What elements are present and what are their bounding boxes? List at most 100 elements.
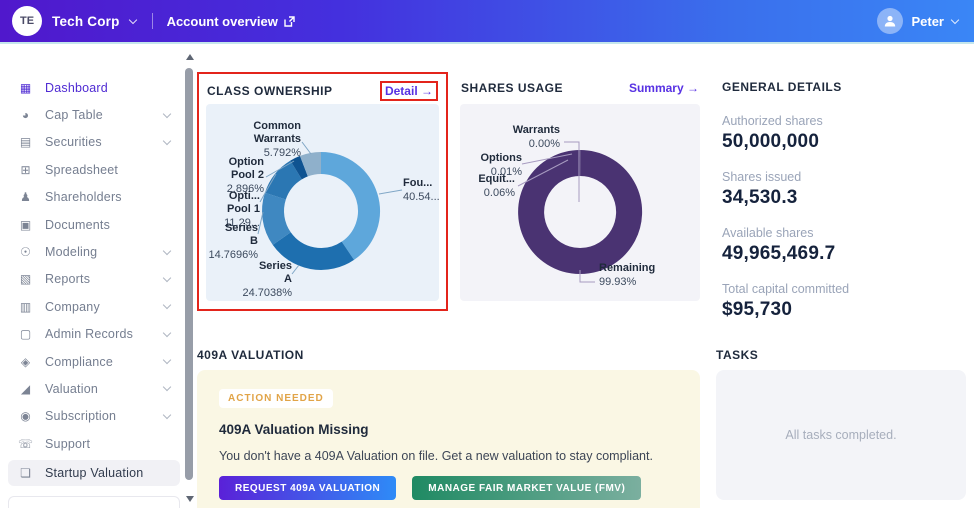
callout-name: Equit...	[478, 173, 515, 185]
sidebar-item-documents[interactable]: ▣ Documents	[0, 211, 184, 238]
callout-name: Remaining	[599, 262, 656, 274]
donut-segment-common-warrants	[299, 151, 322, 177]
support-icon: ☏	[18, 436, 34, 451]
chevron-down-icon	[162, 273, 172, 283]
arrow-right-icon: →	[421, 84, 433, 98]
shareholders-icon: ♟	[20, 190, 31, 205]
general-details-items: Authorized shares 50,000,000 Shares issued…	[722, 114, 970, 321]
org-name: Tech Corp	[52, 13, 120, 29]
chevron-down-icon	[162, 301, 172, 310]
detail-label: Authorized shares	[722, 114, 823, 128]
tasks-title: TASKS	[716, 348, 759, 362]
account-overview-label: Account overview	[166, 13, 278, 29]
sidebar-item-label: Shareholders	[45, 190, 122, 205]
sidebar-item-label: Spreadsheet	[45, 162, 119, 177]
sidebar-item-label: Startup Valuation	[45, 466, 144, 481]
sidebar-item-label: Admin Records	[45, 327, 134, 342]
sidebar-item-label: Cap Table	[45, 108, 103, 123]
chart-callout-series-b: Series B 14.7696%	[208, 222, 258, 263]
callout-name: Common Warrants	[253, 120, 301, 146]
scrollbar-thumb[interactable]	[185, 68, 193, 480]
scroll-up-arrow[interactable]	[186, 54, 194, 60]
spreadsheet-icon: ⊞	[20, 162, 31, 177]
chart-callout-equit: Equit... 0.06%	[478, 173, 515, 200]
donut-segment-series-b	[262, 192, 292, 245]
sidebar-item-label: Reports	[45, 272, 91, 287]
chevron-down-icon	[162, 136, 172, 146]
sidebar-item-admin-records[interactable]: ▢ Admin Records	[0, 321, 184, 348]
subscription-icon: ◉	[20, 409, 31, 424]
account-overview-link[interactable]: Account overview	[167, 14, 295, 29]
chevron-down-icon	[162, 410, 172, 420]
sidebar-item-spreadsheet[interactable]: ⊞ Spreadsheet	[0, 156, 184, 183]
sidebar-item-cap-table[interactable]: ◕ Cap Table	[0, 101, 184, 128]
external-link-icon	[284, 15, 295, 27]
documents-icon: ▣	[19, 217, 32, 232]
detail-label: Total capital committed	[722, 282, 850, 296]
scroll-down-arrow[interactable]	[186, 496, 194, 502]
compliance-icon: ◈	[20, 354, 31, 369]
detail-value: $95,730	[722, 299, 793, 320]
donut-segment-series-a	[272, 231, 355, 270]
org-initials: TE	[19, 15, 35, 27]
sidebar-item-dashboard[interactable]: ▦ Dashboard	[0, 74, 184, 101]
sidebar-item-startup-valuation[interactable]: ❏ Startup Valuation	[8, 460, 180, 487]
callout-value: 0.06%	[483, 187, 515, 200]
sidebar-item-shareholders[interactable]: ♟ Shareholders	[0, 184, 184, 211]
chart-callout-warrants: Warrants 0.00%	[513, 124, 560, 151]
chart-callout-fou: Fou... 40.54...	[403, 177, 440, 204]
sidebar-item-subscription[interactable]: ◉ Subscription	[0, 403, 184, 430]
person-icon	[885, 15, 896, 27]
org-avatar: TE	[12, 6, 42, 36]
summary-link[interactable]: Summary →	[629, 81, 699, 95]
sidebar-item-support[interactable]: ☏ Support	[0, 430, 184, 457]
sidebar-item-modeling[interactable]: ☉ Modeling	[0, 238, 184, 265]
user-avatar-icon	[877, 8, 904, 34]
callout-name: Warrants	[512, 124, 560, 136]
sidebar-next-item-box	[8, 496, 180, 508]
valuation-missing-body: You don't have a 409A Valuation on file.…	[219, 449, 653, 463]
callout-name: Series B	[224, 222, 258, 248]
sidebar-item-label: Documents	[45, 217, 111, 232]
sidebar-item-company[interactable]: ▥ Company	[0, 293, 184, 320]
sidebar-scrollbar[interactable]	[183, 50, 196, 504]
tasks-empty-message: All tasks completed.	[785, 428, 897, 442]
sidebar-item-valuation[interactable]: ◢ Valuation	[0, 375, 184, 402]
callout-value: 24.7038%	[242, 287, 292, 300]
callout-value: 0.00%	[528, 138, 560, 151]
sidebar-item-securities[interactable]: ▤ Securities	[0, 129, 184, 156]
chart-callout-common-warrants: Common Warrants 5.792%	[253, 120, 301, 161]
chevron-down-icon	[162, 383, 172, 392]
general-details-panel: GENERAL DETAILS Authorized shares 50,000,…	[722, 80, 970, 338]
modeling-icon: ☉	[20, 245, 31, 260]
callout-value: 40.54...	[403, 191, 440, 204]
detail-link[interactable]: Detail →	[379, 81, 438, 101]
reports-icon: ▧	[19, 272, 32, 287]
securities-icon: ▤	[19, 135, 32, 150]
class-ownership-chart: Common Warrants 5.792% Option Pool 2 2.896%…	[206, 104, 440, 301]
sidebar-item-reports[interactable]: ▧ Reports	[0, 266, 184, 293]
org-switcher[interactable]: TE Tech Corp	[12, 6, 137, 36]
class-ownership-card: CLASS OWNERSHIP Detail → Common Warrants…	[197, 72, 448, 311]
topbar-right: Peter	[877, 8, 960, 34]
class-ownership-title: CLASS OWNERSHIP	[207, 84, 333, 98]
sidebar-item-label: Dashboard	[45, 80, 108, 95]
dashboard-icon: ▦	[19, 80, 32, 95]
user-name: Peter	[911, 13, 944, 29]
detail-item-total-capital-committed: Total capital committed $95,730	[722, 282, 970, 321]
manage-fmv-button[interactable]: MANAGE FAIR MARKET VALUE (FMV)	[412, 476, 642, 500]
sidebar-item-compliance[interactable]: ◈ Compliance	[0, 348, 184, 375]
callout-name: Option Pool 2	[228, 156, 264, 182]
startup-valuation-icon: ❏	[20, 466, 31, 481]
donut-segment-remaining	[518, 150, 643, 274]
shares-usage-chart: Warrants 0.00% Options 0.01% Equit... 0.06% Re…	[460, 104, 700, 301]
cap-table-icon: ◕	[21, 108, 30, 123]
user-menu[interactable]: Peter	[877, 8, 960, 34]
detail-value: 34,530.3	[722, 187, 798, 208]
request-409a-valuation-button[interactable]: REQUEST 409A VALUATION	[219, 476, 397, 500]
valuation-409a-buttons: REQUEST 409A VALUATION MANAGE FAIR MARKE…	[219, 476, 678, 500]
shares-usage-card: SHARES USAGE Summary → Warrants 0.00% Opti…	[460, 76, 700, 301]
donut-segment-founders	[320, 152, 380, 260]
valuation-409a-title: 409A VALUATION	[197, 348, 304, 362]
sidebar-item-label: Valuation	[45, 381, 98, 396]
